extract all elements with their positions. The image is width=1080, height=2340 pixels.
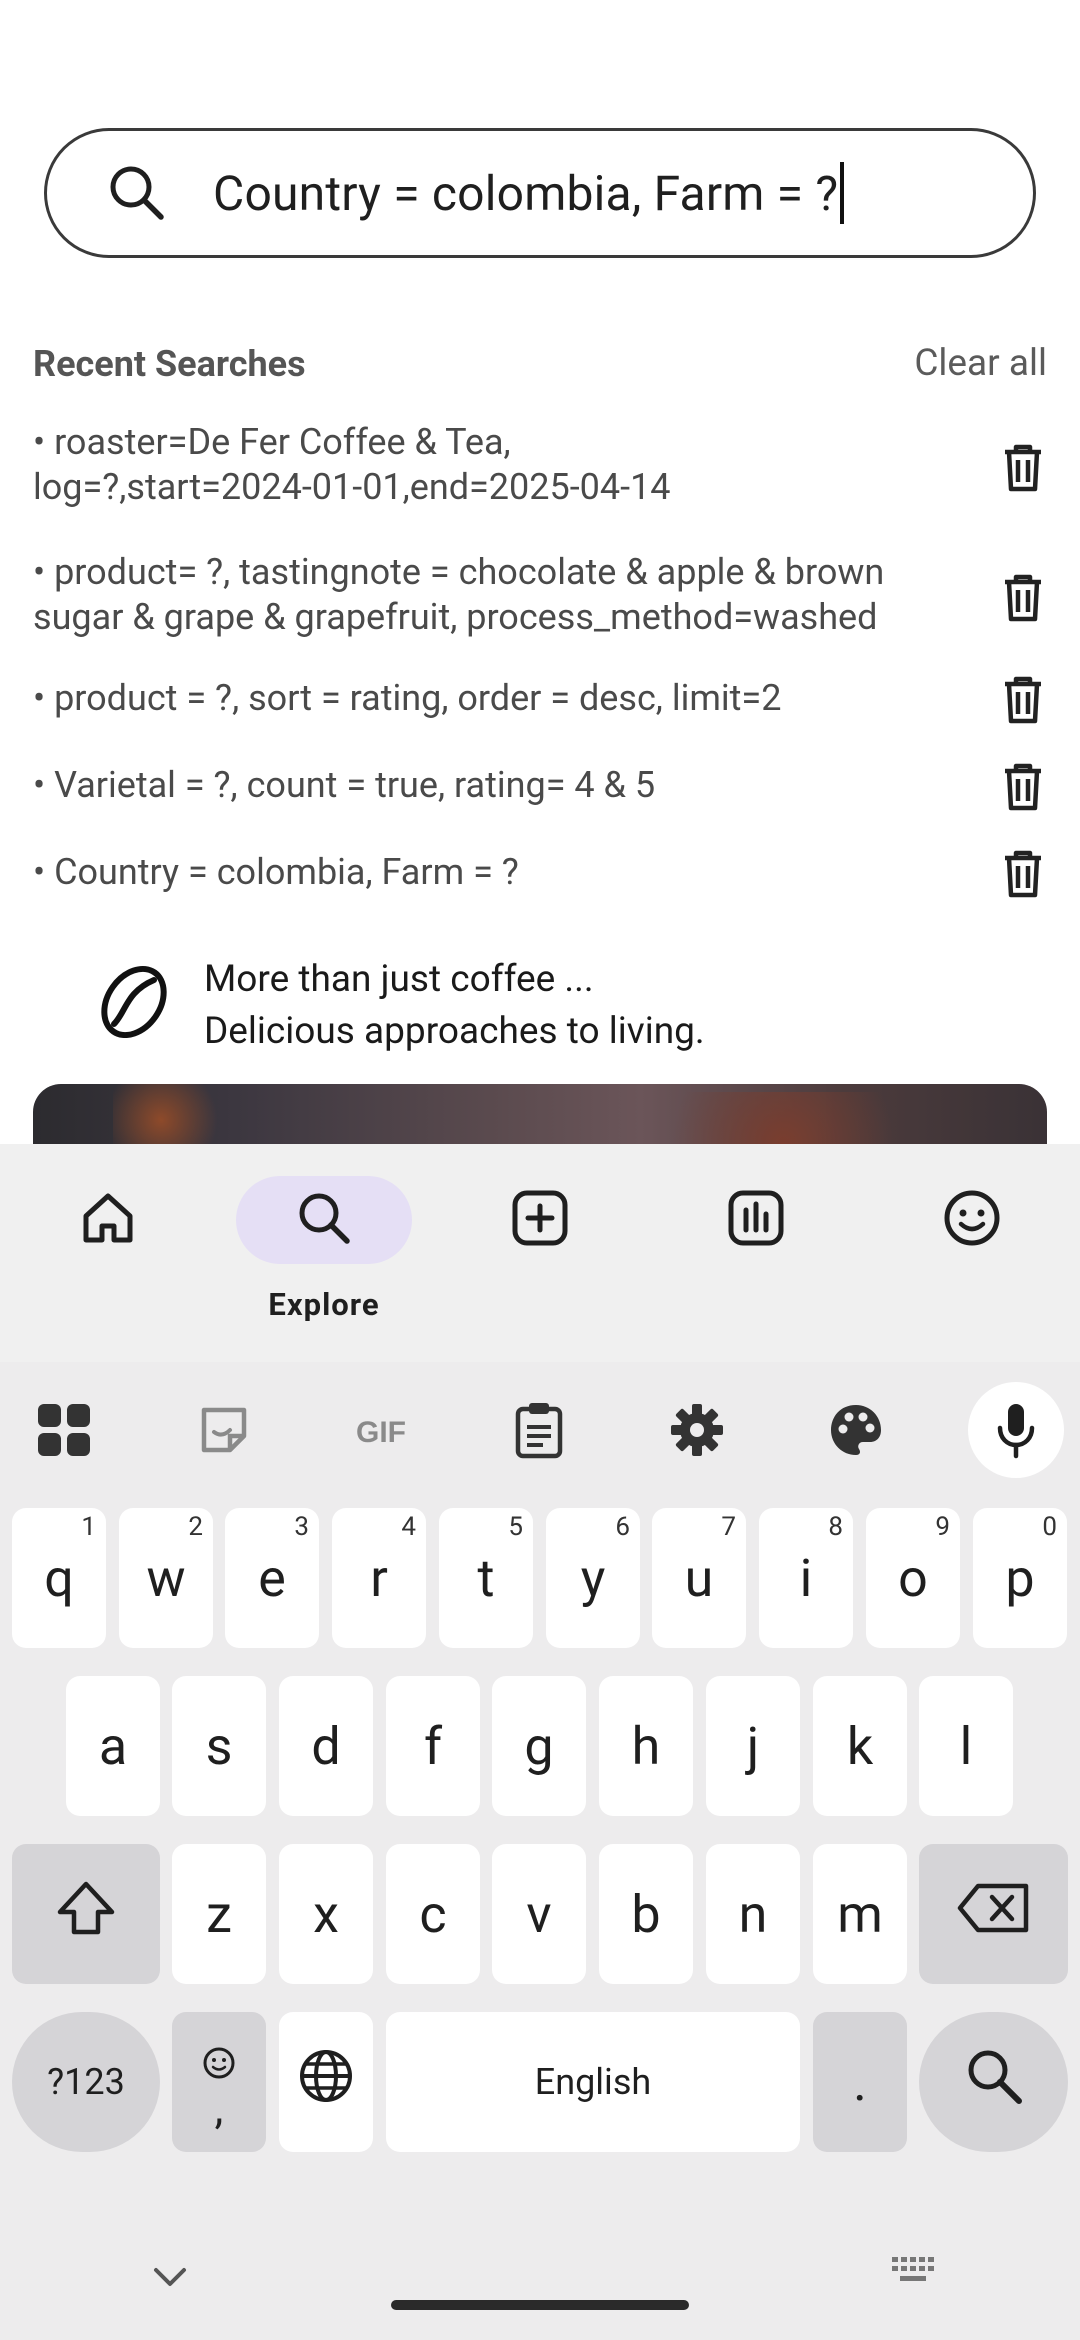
promo-line-2: Delicious approaches to living.: [204, 1010, 705, 1053]
recent-search-item[interactable]: • roaster=De Fer Coffee & Tea, log=?,sta…: [33, 418, 1047, 518]
recent-search-item[interactable]: • Country = colombia, Farm = ?: [33, 850, 1047, 910]
key-g[interactable]: g: [492, 1676, 586, 1816]
backspace-icon: [956, 1881, 1032, 1948]
add-box-icon: [510, 1188, 570, 1252]
key-i[interactable]: i8: [759, 1508, 853, 1648]
sticker-icon[interactable]: [176, 1382, 272, 1478]
apps-grid-icon[interactable]: [16, 1382, 112, 1478]
trash-icon[interactable]: [993, 670, 1053, 730]
text-caret: [840, 162, 845, 224]
key-j[interactable]: j: [706, 1676, 800, 1816]
key-m[interactable]: m: [813, 1844, 907, 1984]
space-key[interactable]: English: [386, 2012, 800, 2152]
period-key[interactable]: .: [813, 2012, 907, 2152]
smiley-icon: [942, 1188, 1002, 1252]
search-icon: [962, 2044, 1026, 2121]
globe-icon: [297, 2047, 355, 2118]
key-h[interactable]: h: [599, 1676, 693, 1816]
nav-explore[interactable]: Explore: [216, 1144, 432, 1362]
key-d[interactable]: d: [279, 1676, 373, 1816]
key-u[interactable]: u7: [652, 1508, 746, 1648]
trash-icon[interactable]: [993, 438, 1053, 498]
key-v[interactable]: v: [492, 1844, 586, 1984]
backspace-key[interactable]: [919, 1844, 1068, 1984]
language-key[interactable]: [279, 2012, 373, 2152]
key-f[interactable]: f: [386, 1676, 480, 1816]
key-a[interactable]: a: [66, 1676, 160, 1816]
clipboard-icon[interactable]: [491, 1382, 587, 1478]
shift-key[interactable]: [12, 1844, 160, 1984]
recent-search-text: • roaster=De Fer Coffee & Tea, log=?,sta…: [33, 421, 671, 508]
bottom-navigation: Explore: [0, 1144, 1080, 1362]
recent-search-text: • product = ?, sort = rating, order = de…: [33, 677, 782, 719]
coffee-bean-logo-icon: [96, 962, 172, 1042]
key-s[interactable]: s: [172, 1676, 266, 1816]
gif-icon[interactable]: GIF: [333, 1382, 429, 1478]
recent-search-text: • Varietal = ?, count = true, rating= 4 …: [33, 764, 656, 806]
nav-explore-label: Explore: [268, 1286, 380, 1323]
key-n[interactable]: n: [706, 1844, 800, 1984]
keyboard-toolbar: GIF: [0, 1362, 1080, 1482]
promo-image[interactable]: [33, 1084, 1047, 1144]
key-w[interactable]: w2: [119, 1508, 213, 1648]
search-icon: [105, 161, 169, 225]
clear-all-button[interactable]: Clear all: [914, 336, 1047, 392]
trash-icon[interactable]: [993, 844, 1053, 904]
nav-stats[interactable]: [648, 1144, 864, 1362]
key-o[interactable]: o9: [866, 1508, 960, 1648]
key-q[interactable]: q1: [12, 1508, 106, 1648]
keyboard-switch-icon[interactable]: [890, 2254, 936, 2288]
palette-icon[interactable]: [808, 1382, 904, 1478]
key-c[interactable]: c: [386, 1844, 480, 1984]
recent-search-item[interactable]: • product= ?, tastingnote = chocolate & …: [33, 548, 1047, 648]
nav-add[interactable]: [432, 1144, 648, 1362]
home-icon: [78, 1188, 138, 1252]
search-bar[interactable]: Country = colombia, Farm = ?: [44, 128, 1036, 258]
recent-search-item[interactable]: • product = ?, sort = rating, order = de…: [33, 676, 1047, 736]
emoji-comma-key[interactable]: ,: [172, 2012, 266, 2152]
search-input-value: Country = colombia, Farm = ?: [213, 164, 839, 222]
key-x[interactable]: x: [279, 1844, 373, 1984]
recent-search-text: • product= ?, tastingnote = chocolate & …: [33, 551, 885, 638]
key-p[interactable]: p0: [973, 1508, 1067, 1648]
key-y[interactable]: y6: [546, 1508, 640, 1648]
key-e[interactable]: e3: [225, 1508, 319, 1648]
key-z[interactable]: z: [172, 1844, 266, 1984]
nav-home[interactable]: [0, 1144, 216, 1362]
chevron-down-icon[interactable]: [148, 2262, 192, 2292]
recent-searches-header: Recent Searches Clear all: [33, 336, 1047, 392]
promo-tagline: More than just coffee ... Delicious appr…: [204, 954, 705, 1058]
symbols-key[interactable]: ?123: [12, 2012, 160, 2152]
key-t[interactable]: t5: [439, 1508, 533, 1648]
microphone-icon[interactable]: [968, 1382, 1064, 1478]
search-input[interactable]: Country = colombia, Farm = ?: [213, 131, 1013, 255]
trash-icon[interactable]: [993, 568, 1053, 628]
key-b[interactable]: b: [599, 1844, 693, 1984]
gear-icon[interactable]: [649, 1382, 745, 1478]
key-r[interactable]: r4: [332, 1508, 426, 1648]
search-icon: [294, 1188, 354, 1252]
svg-text:GIF: GIF: [356, 1416, 406, 1449]
shift-icon: [54, 1878, 118, 1951]
key-l[interactable]: l: [919, 1676, 1013, 1816]
recent-searches-title: Recent Searches: [33, 343, 306, 385]
search-action-key[interactable]: [919, 2012, 1068, 2152]
promo-line-1: More than just coffee ...: [204, 958, 594, 1001]
key-k[interactable]: k: [813, 1676, 907, 1816]
stats-icon: [726, 1188, 786, 1252]
recent-search-text: • Country = colombia, Farm = ?: [33, 851, 519, 893]
trash-icon[interactable]: [993, 757, 1053, 817]
nav-profile[interactable]: [864, 1144, 1080, 1362]
recent-search-item[interactable]: • Varietal = ?, count = true, rating= 4 …: [33, 763, 1047, 823]
home-indicator[interactable]: [391, 2300, 689, 2310]
